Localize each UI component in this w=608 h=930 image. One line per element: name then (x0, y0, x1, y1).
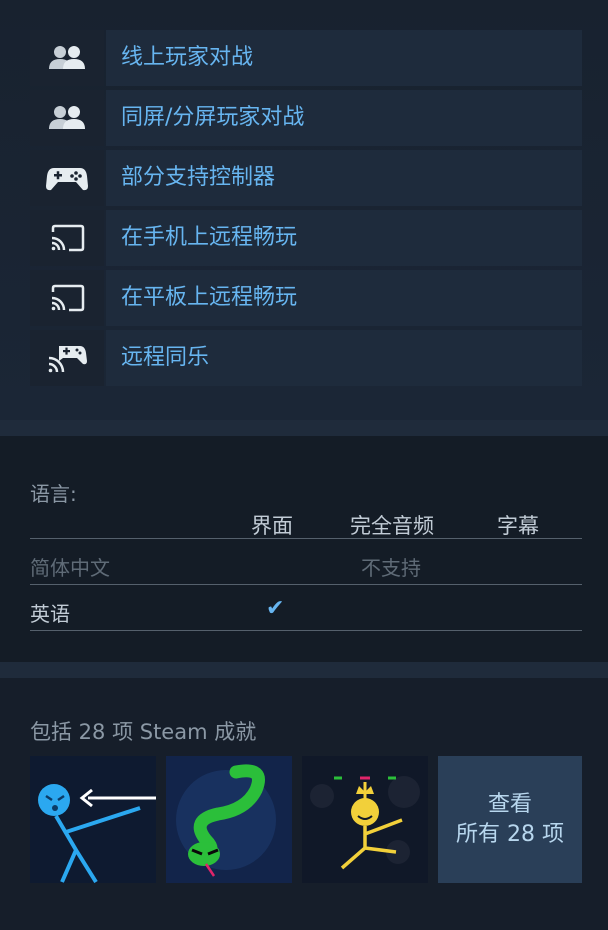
feature-label: 在平板上远程畅玩 (106, 270, 582, 326)
multiplayer-icon (30, 90, 104, 146)
multiplayer-icon (30, 30, 104, 86)
feature-remote-play-phone[interactable]: 在手机上远程畅玩 (30, 210, 582, 266)
unsupported-note: 不支持 (361, 556, 421, 580)
feature-online-pvp[interactable]: 线上玩家对战 (30, 30, 582, 86)
achievement-thumbnail[interactable] (302, 756, 428, 883)
achievement-thumbnail[interactable] (166, 756, 292, 883)
column-header-subtitles: 字幕 (497, 514, 539, 538)
table-divider (30, 538, 582, 539)
feature-shared-split-screen-pvp[interactable]: 同屏/分屏玩家对战 (30, 90, 582, 146)
achievement-thumbnail[interactable] (30, 756, 156, 883)
languages-title: 语言: (30, 482, 77, 506)
feature-label: 在手机上远程畅玩 (106, 210, 582, 266)
feature-label: 同屏/分屏玩家对战 (106, 90, 582, 146)
feature-label: 远程同乐 (106, 330, 582, 386)
check-icon: ✔ (266, 596, 285, 621)
feature-remote-play-tablet[interactable]: 在平板上远程畅玩 (30, 270, 582, 326)
feature-remote-play-together[interactable]: 远程同乐 (30, 330, 582, 386)
feature-label: 线上玩家对战 (106, 30, 582, 86)
languages-panel (0, 436, 608, 662)
section-divider (0, 420, 608, 436)
cast-icon (30, 210, 104, 266)
feature-label: 部分支持控制器 (106, 150, 582, 206)
view-all-achievements-button[interactable]: 查看 所有 28 项 (438, 756, 582, 883)
remote-play-together-icon (30, 330, 104, 386)
column-header-full-audio: 完全音频 (350, 514, 434, 538)
view-all-line2: 所有 28 项 (456, 821, 564, 847)
view-all-line1: 查看 (487, 791, 532, 817)
achievements-title: 包括 28 项 Steam 成就 (30, 720, 257, 744)
language-name: 简体中文 (30, 556, 110, 580)
table-divider (30, 630, 582, 631)
column-header-interface: 界面 (251, 514, 293, 538)
table-divider (30, 584, 582, 585)
language-name: 英语 (30, 602, 70, 626)
feature-partial-controller[interactable]: 部分支持控制器 (30, 150, 582, 206)
section-divider (0, 662, 608, 678)
gamepad-icon (30, 150, 104, 206)
cast-icon (30, 270, 104, 326)
